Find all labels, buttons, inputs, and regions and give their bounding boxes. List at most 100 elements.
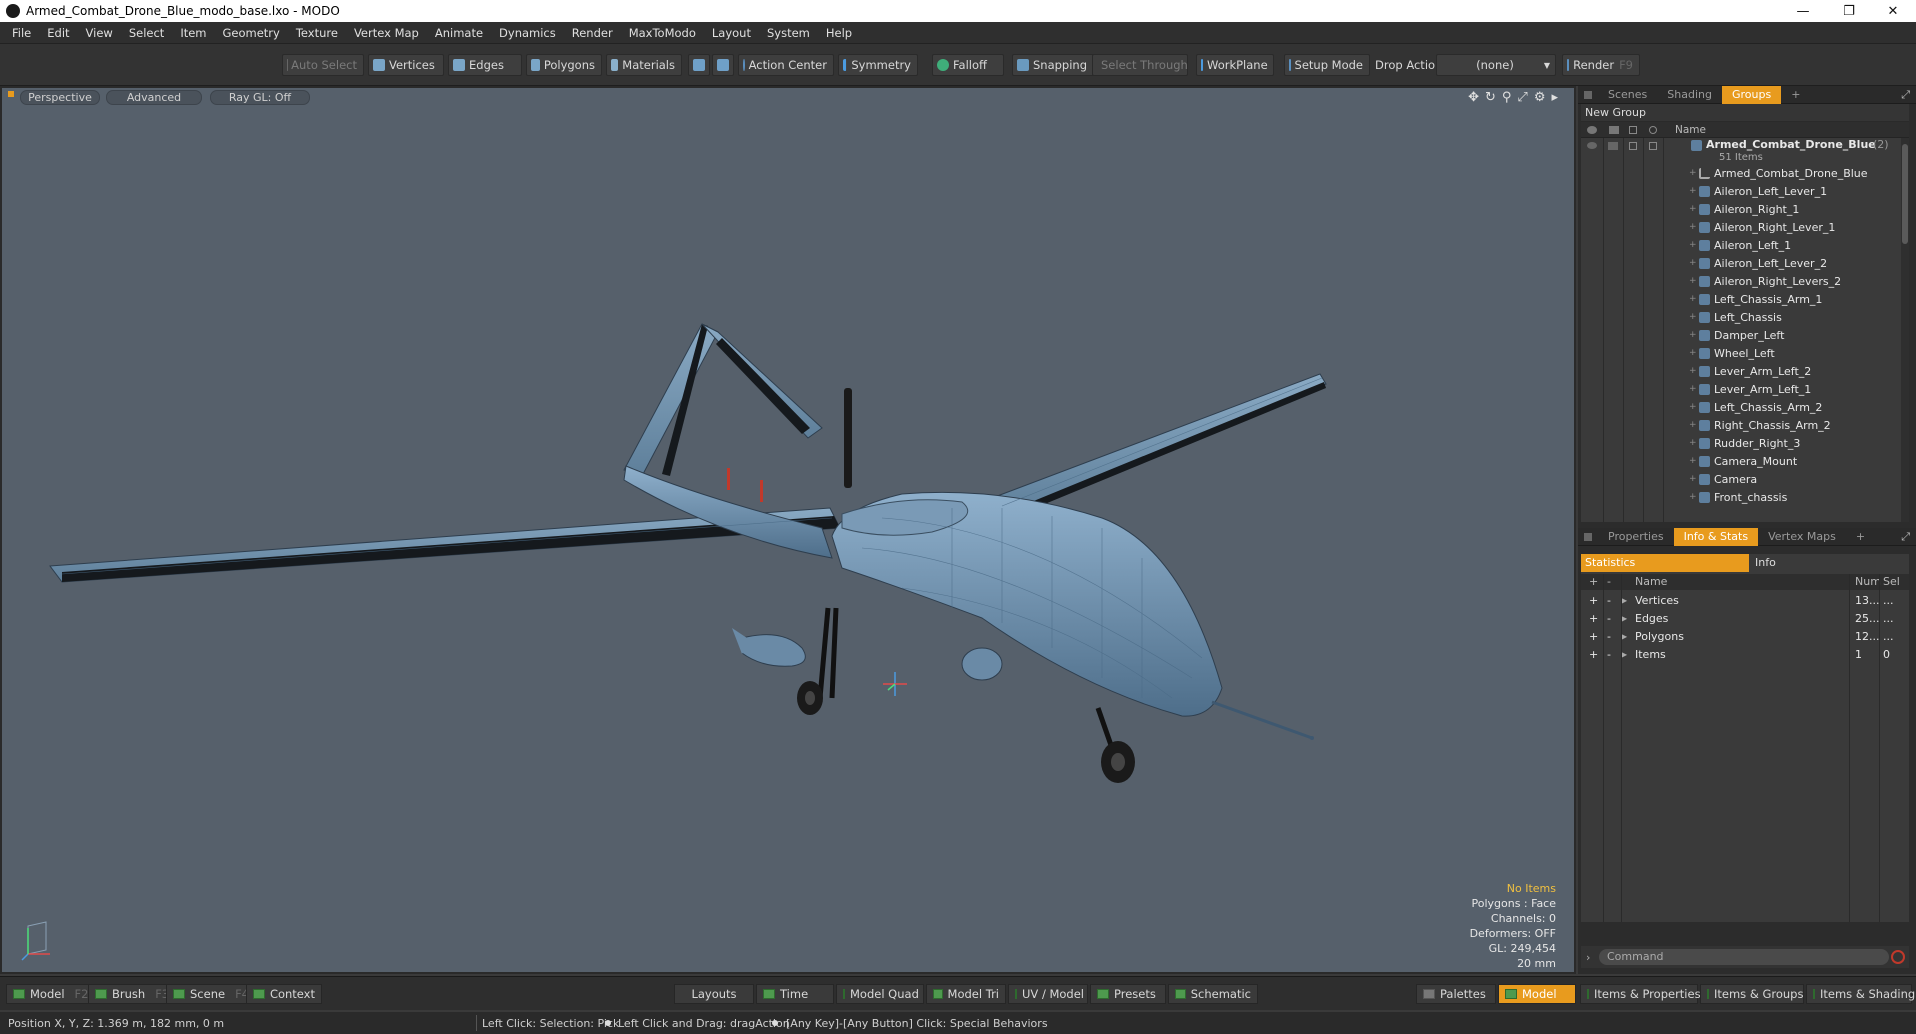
menu-render[interactable]: Render: [564, 22, 621, 44]
group-item-row[interactable]: + Aileron_Left_1: [1581, 236, 1909, 254]
menu-vertex-map[interactable]: Vertex Map: [346, 22, 427, 44]
group-item-row[interactable]: + Aileron_Left_Lever_2: [1581, 254, 1909, 272]
panel-menu-icon[interactable]: [1584, 90, 1592, 99]
stats-row[interactable]: + - ▶ Items 1 0: [1581, 646, 1909, 664]
add-tab-button[interactable]: +: [1781, 86, 1810, 104]
layouts-button[interactable]: Layouts: [674, 984, 754, 1004]
uv-model-button[interactable]: UV / Model: [1008, 984, 1088, 1004]
menu-view[interactable]: View: [78, 22, 121, 44]
record-icon[interactable]: [1891, 950, 1905, 964]
expand-icon[interactable]: +: [1689, 456, 1697, 466]
expand-button[interactable]: +: [1589, 630, 1598, 643]
expand-icon[interactable]: +: [1689, 294, 1697, 304]
group-item-row[interactable]: + Front_chassis: [1581, 488, 1909, 506]
group-item-row[interactable]: + Aileron_Right_Lever_1: [1581, 218, 1909, 236]
expand-icon[interactable]: +: [1689, 402, 1697, 412]
minimize-icon[interactable]: —: [1780, 0, 1826, 22]
expand-panel-icon[interactable]: ⤢: [1901, 88, 1910, 102]
3d-viewport[interactable]: Perspective Advanced Ray GL: Off ✥ ↻ ⚲ ⤢…: [0, 86, 1576, 974]
group-item-row[interactable]: + Wheel_Left: [1581, 344, 1909, 362]
tab-shading[interactable]: Shading: [1657, 86, 1722, 104]
expand-icon[interactable]: +: [1689, 258, 1697, 268]
menu-edit[interactable]: Edit: [39, 22, 77, 44]
menu-animate[interactable]: Animate: [427, 22, 491, 44]
expand-icon[interactable]: +: [1689, 168, 1697, 178]
select-mode-button-2[interactable]: [712, 54, 734, 76]
expand-button[interactable]: +: [1589, 648, 1598, 661]
menu-maxtomodo[interactable]: MaxToModo: [621, 22, 704, 44]
menu-system[interactable]: System: [759, 22, 818, 44]
lock-icon[interactable]: [1608, 142, 1618, 150]
tab-info-stats[interactable]: Info & Stats: [1673, 527, 1759, 546]
expand-icon[interactable]: +: [1689, 330, 1697, 340]
group-item-row[interactable]: + Left_Chassis: [1581, 308, 1909, 326]
drone-model[interactable]: [2, 88, 1574, 972]
expand-button[interactable]: +: [1589, 594, 1598, 607]
restore-icon[interactable]: ❐: [1826, 0, 1872, 22]
menu-dynamics[interactable]: Dynamics: [491, 22, 564, 44]
collapse-all-header[interactable]: -: [1607, 575, 1611, 588]
expand-icon[interactable]: +: [1689, 474, 1697, 484]
new-group-button[interactable]: New Group: [1581, 104, 1909, 122]
edges-button[interactable]: Edges: [448, 54, 522, 76]
close-icon[interactable]: ✕: [1870, 0, 1916, 22]
menu-layout[interactable]: Layout: [704, 22, 759, 44]
group-item-row[interactable]: + Aileron_Right_Levers_2: [1581, 272, 1909, 290]
menu-file[interactable]: File: [4, 22, 39, 44]
expand-icon[interactable]: +: [1689, 222, 1697, 232]
expand-panel-icon[interactable]: ⤢: [1901, 530, 1910, 544]
materials-button[interactable]: Materials: [606, 54, 682, 76]
items-properties-button[interactable]: Items & Properties: [1580, 984, 1701, 1004]
statistics-tab[interactable]: Statistics: [1581, 554, 1749, 572]
select-mode-button-1[interactable]: [688, 54, 710, 76]
tab-scenes[interactable]: Scenes: [1598, 86, 1657, 104]
falloff-button[interactable]: Falloff: [932, 54, 1004, 76]
expand-icon[interactable]: +: [1689, 348, 1697, 358]
action-center-button[interactable]: Action Center: [738, 54, 834, 76]
expand-all-header[interactable]: +: [1589, 575, 1598, 588]
model-quad-button[interactable]: Model Quad: [836, 984, 924, 1004]
schematic-button[interactable]: Schematic: [1168, 984, 1258, 1004]
menu-texture[interactable]: Texture: [288, 22, 346, 44]
tab-properties[interactable]: Properties: [1598, 528, 1674, 546]
eye-icon[interactable]: [1587, 142, 1597, 149]
snapping-button[interactable]: Snapping: [1012, 54, 1096, 76]
collapse-button[interactable]: -: [1607, 630, 1611, 643]
scrollbar-thumb[interactable]: [1902, 144, 1908, 244]
menu-geometry[interactable]: Geometry: [215, 22, 288, 44]
group-item-row[interactable]: + Rudder_Right_3: [1581, 434, 1909, 452]
model-tri-button[interactable]: Model Tri: [926, 984, 1006, 1004]
menu-help[interactable]: Help: [818, 22, 860, 44]
items-groups-button[interactable]: Items & Groups: [1700, 984, 1804, 1004]
stats-row[interactable]: + - ▶ Edges 25......: [1581, 610, 1909, 628]
group-item-row[interactable]: + Left_Chassis_Arm_1: [1581, 290, 1909, 308]
render-button[interactable]: Render F9: [1562, 54, 1640, 76]
add-tab-button[interactable]: +: [1846, 528, 1875, 546]
menu-select[interactable]: Select: [121, 22, 172, 44]
info-tab[interactable]: Info: [1749, 554, 1776, 572]
group-item-row[interactable]: + Right_Chassis_Arm_2: [1581, 416, 1909, 434]
expand-icon[interactable]: +: [1689, 438, 1697, 448]
group-item-row[interactable]: + Aileron_Left_Lever_1: [1581, 182, 1909, 200]
expand-icon[interactable]: +: [1689, 384, 1697, 394]
expand-icon[interactable]: +: [1689, 492, 1697, 502]
presets-button[interactable]: Presets: [1090, 984, 1166, 1004]
time-button[interactable]: Time: [756, 984, 834, 1004]
context-button[interactable]: Context: [246, 984, 322, 1004]
vertices-button[interactable]: Vertices: [368, 54, 444, 76]
workplane-button[interactable]: WorkPlane: [1196, 54, 1274, 76]
expand-icon[interactable]: +: [1689, 240, 1697, 250]
expand-icon[interactable]: +: [1689, 276, 1697, 286]
group-item-row[interactable]: + Lever_Arm_Left_2: [1581, 362, 1909, 380]
model-button[interactable]: Model F2: [6, 984, 96, 1004]
group-item-row[interactable]: + Aileron_Right_1: [1581, 200, 1909, 218]
items-shading-button[interactable]: Items & Shading: [1806, 984, 1915, 1004]
drop-action-select[interactable]: (none) ▼: [1436, 54, 1556, 76]
collapse-button[interactable]: -: [1607, 594, 1611, 607]
expand-icon[interactable]: +: [1689, 204, 1697, 214]
tab-groups[interactable]: Groups: [1721, 85, 1782, 104]
group-item-row[interactable]: + Lever_Arm_Left_1: [1581, 380, 1909, 398]
brush-button[interactable]: Brush F3: [88, 984, 177, 1004]
collapse-button[interactable]: -: [1607, 648, 1611, 661]
stats-row[interactable]: + - ▶ Vertices 13......: [1581, 592, 1909, 610]
